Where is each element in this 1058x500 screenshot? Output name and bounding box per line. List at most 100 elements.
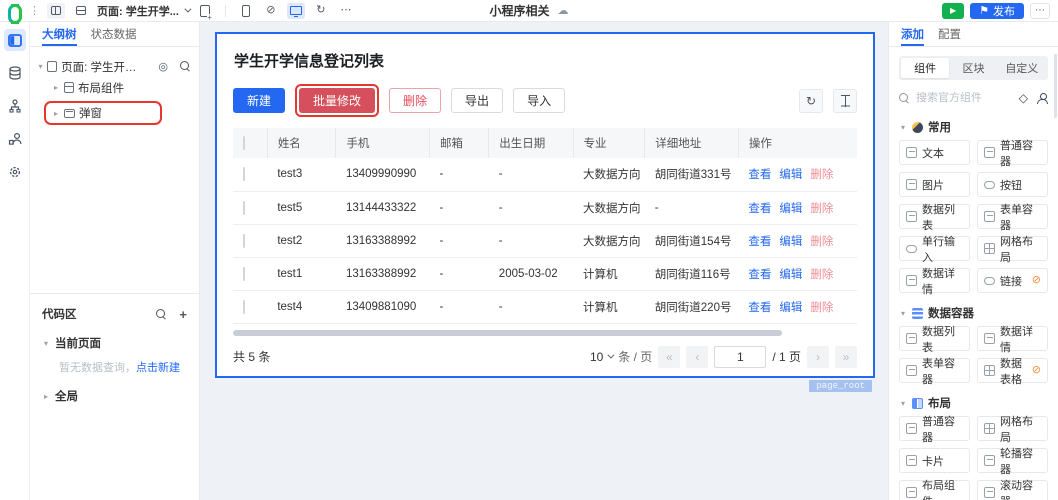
delete-link[interactable]: 删除: [810, 169, 833, 181]
edit-link[interactable]: 编辑: [779, 302, 802, 314]
layers-panel-button[interactable]: [72, 3, 90, 19]
component-item-card[interactable]: 卡片: [899, 448, 970, 473]
component-item-data-list[interactable]: 数据列表: [899, 326, 970, 354]
component-item-link[interactable]: 链接 ⊘: [977, 268, 1048, 293]
tab-state-data[interactable]: 状态数据: [91, 22, 137, 46]
segment-components[interactable]: 组件: [901, 58, 950, 78]
edit-link[interactable]: 编辑: [779, 169, 802, 181]
new-button[interactable]: 新建: [233, 88, 286, 113]
view-link[interactable]: 查看: [748, 169, 771, 181]
delete-link[interactable]: 删除: [810, 302, 833, 314]
delete-link[interactable]: 删除: [810, 236, 833, 248]
prev-page-button[interactable]: ‹: [686, 345, 709, 368]
row-checkbox[interactable]: [243, 233, 245, 248]
edit-link[interactable]: 编辑: [779, 236, 802, 248]
component-item-form-container[interactable]: 表单容器: [977, 204, 1048, 232]
caret-icon[interactable]: ▸: [42, 392, 50, 401]
row-height-button[interactable]: [833, 88, 857, 113]
import-button[interactable]: 导入: [513, 88, 566, 113]
component-item-data-list[interactable]: 数据列表: [899, 204, 970, 232]
last-page-button[interactable]: »: [835, 345, 857, 368]
rail-settings-button[interactable]: [4, 161, 26, 183]
view-link[interactable]: 查看: [748, 203, 771, 215]
tab-add[interactable]: 添加: [901, 22, 924, 46]
rail-roles-button[interactable]: [4, 128, 26, 150]
code-group-current-page[interactable]: ▾ 当前页面: [42, 335, 187, 351]
component-item-container[interactable]: 普通容器: [899, 416, 970, 444]
publish-button[interactable]: ⚑ 发布: [970, 2, 1024, 19]
component-item-text-input[interactable]: 单行输入: [899, 236, 970, 264]
outline-panel-button[interactable]: [47, 2, 65, 19]
diamond-icon[interactable]: ◇: [1019, 91, 1028, 105]
phone-preview-button[interactable]: [237, 3, 255, 19]
refresh-table-button[interactable]: ↻: [799, 88, 823, 113]
page-size-select[interactable]: 10: [590, 350, 615, 364]
page-selector[interactable]: 页面: 学生开学...: [97, 3, 192, 19]
current-page-input[interactable]: 1: [714, 345, 767, 368]
disable-preview-button[interactable]: ⊘: [262, 3, 280, 19]
row-checkbox[interactable]: [243, 266, 245, 281]
caret-icon[interactable]: ▾: [38, 62, 43, 71]
select-all-checkbox[interactable]: [243, 136, 245, 150]
panel-scrollbar[interactable]: [1054, 54, 1057, 118]
table-cell: 胡同街道154号: [644, 224, 739, 258]
view-link[interactable]: 查看: [748, 236, 771, 248]
tree-node-modal-annotated[interactable]: ▸ 弹窗: [44, 101, 162, 125]
code-add-icon[interactable]: +: [179, 307, 187, 322]
export-button[interactable]: 导出: [451, 88, 504, 113]
component-item-scroll-container[interactable]: 滚动容器: [977, 480, 1048, 500]
component-item-layout-widget[interactable]: 布局组件: [899, 480, 970, 500]
delete-link[interactable]: 删除: [810, 203, 833, 215]
desktop-preview-button[interactable]: [286, 2, 305, 19]
create-query-link[interactable]: 点击新建: [136, 362, 180, 374]
tree-node-page[interactable]: ▾ 页面: 学生开学信息登记... ◎: [30, 56, 199, 77]
component-search-input[interactable]: [916, 92, 1013, 104]
code-group-global[interactable]: ▸ 全局: [42, 388, 187, 404]
component-item-button[interactable]: 按钮: [977, 172, 1048, 197]
code-search-icon[interactable]: [156, 308, 167, 320]
component-item-data-detail[interactable]: 数据详情: [977, 326, 1048, 354]
tree-search-icon[interactable]: [180, 61, 191, 72]
community-icon[interactable]: [1037, 92, 1048, 104]
caret-icon[interactable]: ▾: [42, 339, 50, 348]
edit-link[interactable]: 编辑: [779, 269, 802, 281]
row-checkbox[interactable]: [243, 200, 245, 215]
delete-link[interactable]: 删除: [810, 269, 833, 281]
eye-icon[interactable]: ◎: [158, 60, 168, 73]
rail-outline-button[interactable]: [3, 29, 26, 51]
caret-icon[interactable]: ▸: [52, 83, 60, 92]
tree-node-layout[interactable]: ▸ 布局组件: [30, 77, 199, 98]
component-item-grid-layout[interactable]: 网格布局: [977, 416, 1048, 444]
segment-custom[interactable]: 自定义: [998, 58, 1046, 78]
component-item-container[interactable]: 普通容器: [977, 140, 1048, 168]
rail-datasource-button[interactable]: [4, 62, 26, 84]
segment-blocks[interactable]: 区块: [949, 58, 997, 78]
page-root-selection[interactable]: 学生开学信息登记列表 新建 批量修改 删除 导出 导入 ↻ 姓名 手机 邮箱 出…: [215, 32, 875, 378]
view-link[interactable]: 查看: [748, 302, 771, 314]
component-item-data-detail[interactable]: 数据详情: [899, 268, 970, 296]
row-checkbox[interactable]: [243, 167, 245, 182]
batch-edit-button[interactable]: 批量修改: [299, 88, 376, 113]
row-checkbox[interactable]: [243, 299, 245, 314]
view-link[interactable]: 查看: [748, 269, 771, 281]
new-page-button[interactable]: [196, 3, 214, 21]
sync-button[interactable]: ↻: [312, 3, 330, 19]
component-item-form-container[interactable]: 表单容器: [899, 358, 970, 386]
component-item-carousel[interactable]: 轮播容器: [977, 448, 1048, 476]
topbar-more-button[interactable]: ⋯: [337, 3, 355, 19]
right-more-button[interactable]: ⋯: [1030, 2, 1050, 19]
tab-outline-tree[interactable]: 大纲树: [42, 22, 77, 46]
component-item-grid-layout[interactable]: 网格布局: [977, 236, 1048, 264]
delete-button[interactable]: 删除: [389, 88, 442, 113]
caret-icon[interactable]: ▸: [52, 109, 60, 118]
rail-workflow-button[interactable]: [4, 95, 26, 117]
preview-run-button[interactable]: ▶: [942, 2, 965, 19]
component-item-data-table[interactable]: 数据表格 ⊘: [977, 358, 1048, 386]
first-page-button[interactable]: «: [658, 345, 681, 368]
component-item-image[interactable]: 图片: [899, 172, 970, 197]
next-page-button[interactable]: ›: [807, 345, 829, 368]
edit-link[interactable]: 编辑: [779, 203, 802, 215]
horizontal-scrollbar[interactable]: [233, 329, 783, 336]
component-item-text[interactable]: 文本: [899, 140, 970, 165]
tab-config[interactable]: 配置: [938, 22, 961, 46]
